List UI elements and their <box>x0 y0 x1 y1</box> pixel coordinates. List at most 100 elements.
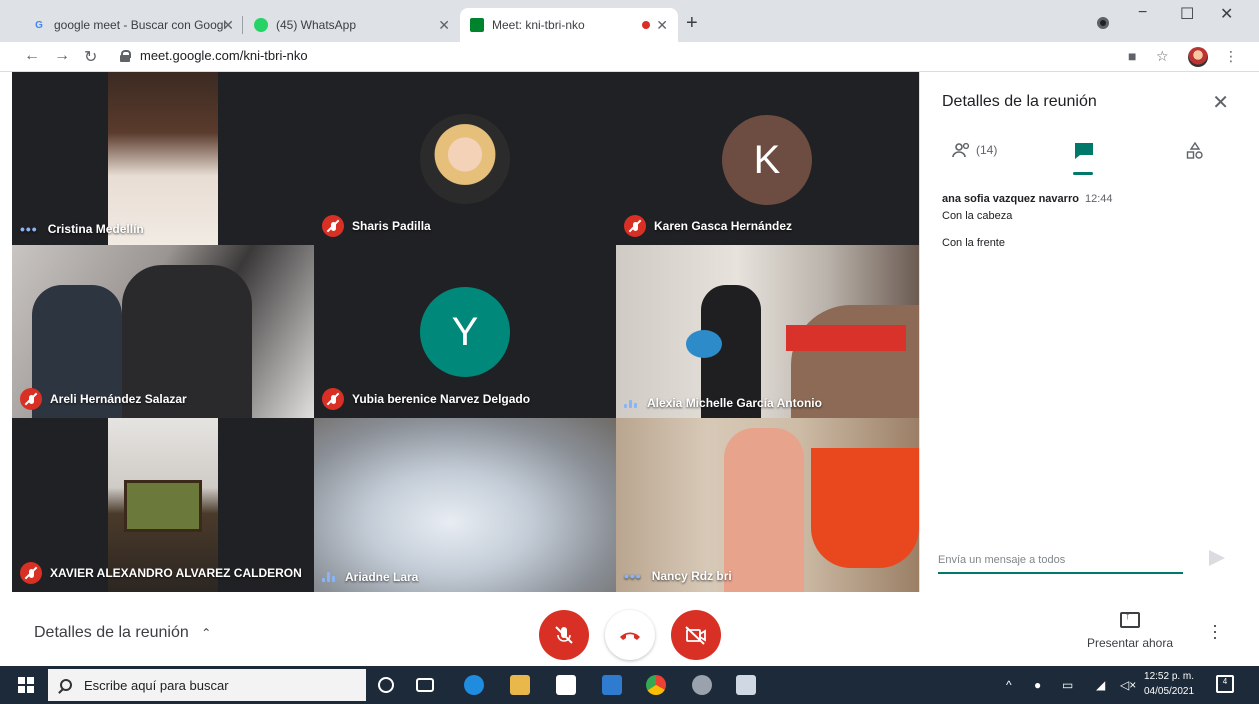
close-tab-icon[interactable]: ✕ <box>656 17 668 34</box>
participant-tile[interactable]: ••• Cristina Medellín <box>12 72 314 245</box>
lock-icon <box>120 49 131 62</box>
audio-level-icon: ••• <box>20 221 38 237</box>
microphone-toggle-button[interactable] <box>539 610 589 660</box>
url-field[interactable]: meet.google.com/kni-tbri-nko <box>120 48 308 63</box>
meeting-details-button[interactable]: Detalles de la reunión ⌃ <box>34 624 211 642</box>
tab-separator <box>242 16 243 34</box>
participant-tile[interactable]: Alexia Michelle García Antonio <box>616 245 919 418</box>
tab-activities[interactable] <box>1186 142 1204 160</box>
back-icon[interactable]: ← <box>24 47 40 65</box>
reload-icon[interactable]: ↻ <box>84 47 97 67</box>
video-feed <box>786 325 906 351</box>
participant-avatar: K <box>722 115 812 205</box>
leave-call-button[interactable] <box>605 610 655 660</box>
show-hidden-icons-icon[interactable]: ^ <box>1006 678 1012 692</box>
chevron-up-icon: ⌃ <box>201 626 212 640</box>
notifications-icon[interactable]: 4 <box>1216 675 1234 693</box>
close-panel-icon[interactable]: ✕ <box>1212 90 1229 115</box>
whatsapp-icon <box>254 18 268 32</box>
taskbar-clock[interactable]: 12:52 p. m. 04/05/2021 <box>1144 669 1194 699</box>
participant-name: Yubia berenice Narvez Delgado <box>352 392 531 406</box>
store-icon[interactable] <box>556 675 576 695</box>
bookmark-star-icon[interactable]: ☆ <box>1156 48 1169 65</box>
tab-chat[interactable] <box>1074 142 1094 160</box>
paint-icon[interactable] <box>692 675 712 695</box>
participant-tile[interactable]: K Karen Gasca Hernández <box>616 72 919 245</box>
task-view-icon[interactable] <box>416 678 434 692</box>
battery-icon[interactable]: ▭ <box>1062 678 1073 692</box>
video-feed <box>686 330 722 358</box>
participant-name: Alexia Michelle García Antonio <box>647 396 822 410</box>
notepad-icon[interactable] <box>736 675 756 695</box>
video-feed <box>724 428 804 592</box>
chat-input[interactable]: Envía un mensaje a todos <box>938 550 1183 574</box>
camera-toggle-button[interactable] <box>671 610 721 660</box>
people-icon <box>952 142 970 158</box>
video-feed <box>811 448 919 568</box>
participant-tile[interactable]: Areli Hernández Salazar <box>12 245 314 418</box>
participant-name: Karen Gasca Hernández <box>654 219 793 233</box>
participant-tile[interactable]: Ariadne Lara <box>314 418 616 592</box>
speaking-indicator-icon <box>624 398 637 408</box>
microphone-tray-icon[interactable]: ● <box>1034 678 1041 692</box>
mic-off-icon <box>624 215 646 237</box>
close-tab-icon[interactable]: ✕ <box>438 17 450 34</box>
cortana-icon[interactable] <box>378 677 394 693</box>
chat-message-text: Con la cabeza <box>942 210 1013 222</box>
address-bar: ← → ↻ meet.google.com/kni-tbri-nko ■ ☆ ⋮ <box>0 42 1259 72</box>
browser-tab-bar: G google meet - Buscar con Googl ✕ (45) … <box>0 0 1259 42</box>
meet-icon <box>470 18 484 32</box>
windows-start-icon[interactable] <box>18 677 34 693</box>
clock-date: 04/05/2021 <box>1144 686 1195 697</box>
close-tab-icon[interactable]: ✕ <box>222 17 234 34</box>
recording-dot-icon <box>642 21 650 29</box>
present-now-label: Presentar ahora <box>1086 636 1174 650</box>
meeting-controls-bar: Detalles de la reunión ⌃ Presentar ahora… <box>12 592 1247 666</box>
chat-message-text: Con la frente <box>942 237 1005 249</box>
participant-tile[interactable]: Sharis Padilla <box>314 72 616 245</box>
send-icon[interactable] <box>1209 550 1225 566</box>
google-icon: G <box>35 19 43 31</box>
profile-avatar[interactable] <box>1188 47 1208 67</box>
camera-icon[interactable]: ■ <box>1128 48 1136 64</box>
tab-title: (45) WhatsApp <box>276 18 357 32</box>
wifi-icon[interactable]: ◢ <box>1096 678 1105 692</box>
volume-muted-icon[interactable]: ◁× <box>1120 678 1136 692</box>
chrome-menu-icon[interactable]: ⋮ <box>1224 48 1238 65</box>
forward-icon[interactable]: → <box>54 47 70 65</box>
participant-avatar: Y <box>420 287 510 377</box>
chrome-icon[interactable] <box>646 675 666 695</box>
file-explorer-icon[interactable] <box>510 675 530 695</box>
participant-name: Areli Hernández Salazar <box>50 392 187 406</box>
more-options-icon[interactable]: · · · <box>1212 616 1218 646</box>
chat-message-header: ana sofia vazquez navarro 12:44 <box>942 193 1112 205</box>
participant-tile[interactable]: XAVIER ALEXANDRO ALVAREZ CALDERON <box>12 418 314 592</box>
clock-time: 12:52 p. m. <box>1144 671 1195 682</box>
taskbar-search-input[interactable]: Escribe aquí para buscar <box>48 669 366 701</box>
mail-icon[interactable] <box>602 675 622 695</box>
search-placeholder: Escribe aquí para buscar <box>84 677 229 693</box>
participant-name: Cristina Medellín <box>47 222 144 236</box>
hang-up-icon <box>620 632 640 640</box>
tab-title: Meet: kni-tbri-nko <box>492 18 585 32</box>
edge-icon[interactable] <box>464 675 484 695</box>
mic-off-icon <box>555 626 573 644</box>
new-tab-button[interactable]: + <box>686 12 698 35</box>
windows-taskbar: Escribe aquí para buscar ^ ● ▭ ◢ ◁× 12:5… <box>0 666 1259 704</box>
present-screen-icon <box>1120 610 1140 628</box>
tab-whatsapp[interactable]: (45) WhatsApp ✕ <box>244 8 460 42</box>
camera-off-icon <box>685 626 706 645</box>
search-icon <box>60 679 72 691</box>
participant-name: Sharis Padilla <box>352 219 431 233</box>
tab-google-search[interactable]: G google meet - Buscar con Googl ✕ <box>22 8 240 42</box>
maximize-button[interactable]: ☐ <box>1180 4 1194 24</box>
participant-tile[interactable]: ••• Nancy Rdz bri <box>616 418 919 592</box>
minimize-button[interactable]: − <box>1138 4 1147 22</box>
tab-title: google meet - Buscar con Googl <box>54 18 227 32</box>
close-window-button[interactable]: ✕ <box>1220 4 1233 24</box>
participant-tile[interactable]: Y Yubia berenice Narvez Delgado <box>314 245 616 418</box>
tab-people[interactable]: (14) <box>952 142 997 158</box>
tab-meet[interactable]: Meet: kni-tbri-nko ✕ <box>460 8 678 42</box>
present-now-button[interactable]: Presentar ahora <box>1080 610 1180 650</box>
extension-icon[interactable] <box>1097 17 1109 29</box>
